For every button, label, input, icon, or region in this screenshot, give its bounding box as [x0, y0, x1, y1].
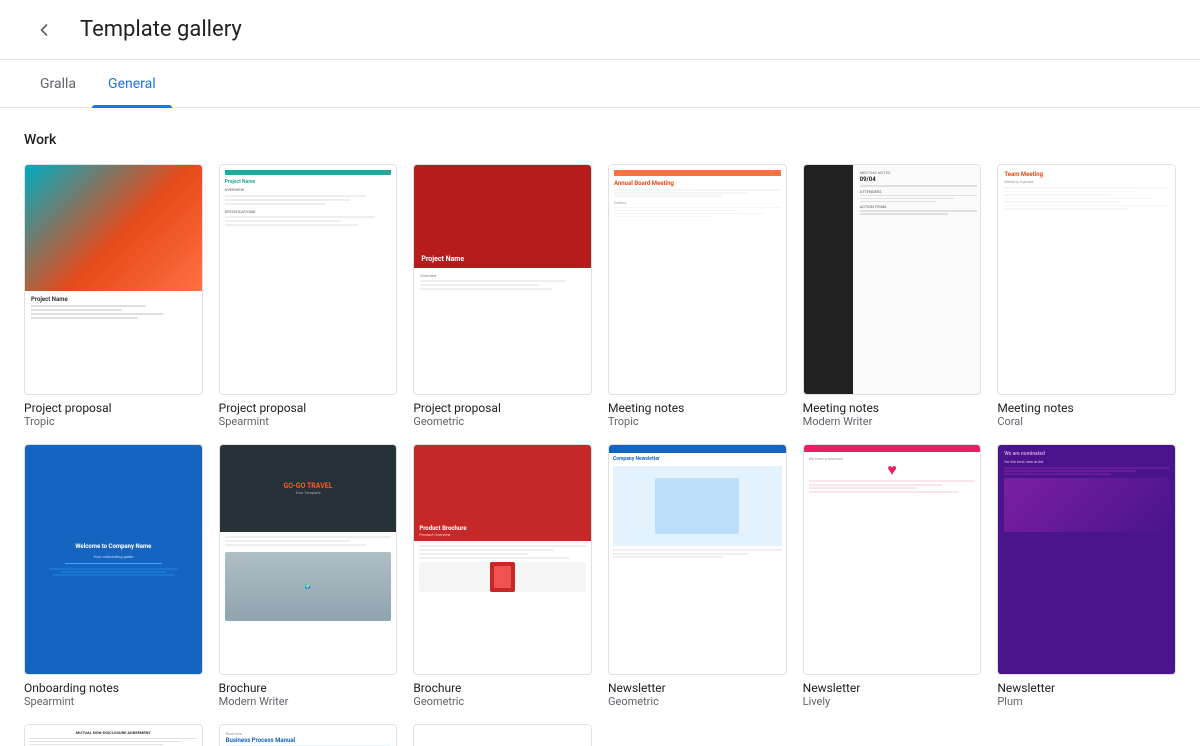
- template-card-project-proposal-geometric[interactable]: Project Name Overview Project proposal G…: [413, 164, 592, 428]
- template-thumb: Project Name: [24, 164, 203, 395]
- header: Template gallery: [0, 0, 1200, 60]
- template-card-newsletter-plum[interactable]: We are nominated for the best new artist…: [997, 444, 1176, 708]
- template-name: Project proposal: [219, 401, 398, 415]
- template-thumb: Business Business Process Manual Introdu…: [219, 724, 398, 746]
- template-card-newsletter-lively[interactable]: We have a surprise! ♥ Newsletter Lively: [803, 444, 982, 708]
- tabs-bar: Gralla General: [0, 60, 1200, 108]
- section-label: Work: [24, 132, 1176, 148]
- template-card-legal-agreement[interactable]: MUTUAL NON-DISCLOSURE AGREEMENT Legal ag…: [24, 724, 203, 746]
- template-thumb: Project Name Overview: [413, 164, 592, 395]
- template-sub: Geometric: [413, 695, 592, 708]
- template-name: Meeting notes: [608, 401, 787, 415]
- template-card-meeting-notes-coral[interactable]: Team Meeting Meeting Agenda Meeting note…: [997, 164, 1176, 428]
- template-thumb: Welcome to Company Name Your onboarding …: [24, 444, 203, 675]
- template-card-onboarding-notes-spearmint[interactable]: Welcome to Company Name Your onboarding …: [24, 444, 203, 708]
- template-name: Meeting notes: [803, 401, 982, 415]
- template-card-meeting-notes-tropic[interactable]: Annual Board Meeting Editors Meeting not…: [608, 164, 787, 428]
- template-thumb: Project Name OVERVIEW SPECIFICATIONS: [219, 164, 398, 395]
- template-grid-row2: Welcome to Company Name Your onboarding …: [24, 444, 1176, 708]
- template-thumb: GO-GO TRAVEL Tour Template 🌍: [219, 444, 398, 675]
- template-thumb: We have a surprise! ♥: [803, 444, 982, 675]
- template-name: Newsletter: [803, 681, 982, 695]
- template-card-business-process-manual[interactable]: Business Business Process Manual Introdu…: [219, 724, 398, 746]
- page-title: Template gallery: [80, 17, 242, 42]
- template-grid-row3: MUTUAL NON-DISCLOSURE AGREEMENT Legal ag…: [24, 724, 1176, 746]
- template-thumb: Annual Board Meeting Editors: [608, 164, 787, 395]
- template-thumb: Company Newsletter: [608, 444, 787, 675]
- template-thumb: ✦ Consulting Agreement Template: [413, 724, 592, 746]
- template-sub: Spearmint: [219, 415, 398, 428]
- template-thumb: MUTUAL NON-DISCLOSURE AGREEMENT: [24, 724, 203, 746]
- template-card-consulting-agreement[interactable]: ✦ Consulting Agreement Template Consulti…: [413, 724, 592, 746]
- template-sub: Geometric: [608, 695, 787, 708]
- template-thumb: Product Brochure Product Overview: [413, 444, 592, 675]
- template-sub: Coral: [997, 415, 1176, 428]
- template-sub: Geometric: [413, 415, 592, 428]
- main-content: Work Project Name Project proposal: [0, 108, 1200, 746]
- template-sub: Tropic: [608, 415, 787, 428]
- template-sub: Plum: [997, 695, 1176, 708]
- template-card-brochure-modern-writer[interactable]: GO-GO TRAVEL Tour Template 🌍 Br: [219, 444, 398, 708]
- template-card-project-proposal-tropic[interactable]: Project Name Project proposal Tropic: [24, 164, 203, 428]
- template-name: Project proposal: [24, 401, 203, 415]
- template-name: Brochure: [413, 681, 592, 695]
- template-thumb: Team Meeting Meeting Agenda: [997, 164, 1176, 395]
- template-thumb: MEETING NOTES 09/04 ATTENDEES ACTION ITE…: [803, 164, 982, 395]
- template-sub: Modern Writer: [219, 695, 398, 708]
- back-button[interactable]: [24, 10, 64, 50]
- tab-general[interactable]: General: [92, 60, 172, 108]
- template-name: Brochure: [219, 681, 398, 695]
- template-sub: Modern Writer: [803, 415, 982, 428]
- template-thumb: We are nominated for the best new artist: [997, 444, 1176, 675]
- template-name: Project proposal: [413, 401, 592, 415]
- template-name: Newsletter: [997, 681, 1176, 695]
- template-card-meeting-notes-modern-writer[interactable]: MEETING NOTES 09/04 ATTENDEES ACTION ITE…: [803, 164, 982, 428]
- template-name: Onboarding notes: [24, 681, 203, 695]
- template-sub: Spearmint: [24, 695, 203, 708]
- template-card-project-proposal-spearmint[interactable]: Project Name OVERVIEW SPECIFICATIONS Pro…: [219, 164, 398, 428]
- template-card-brochure-geometric[interactable]: Product Brochure Product Overview: [413, 444, 592, 708]
- template-sub: Tropic: [24, 415, 203, 428]
- template-grid-row1: Project Name Project proposal Tropic Pro…: [24, 164, 1176, 428]
- back-arrow-icon: [34, 20, 54, 40]
- template-card-newsletter-geometric[interactable]: Company Newsletter Newsletter Geometric: [608, 444, 787, 708]
- tab-gralla[interactable]: Gralla: [24, 60, 92, 108]
- template-name: Meeting notes: [997, 401, 1176, 415]
- template-sub: Lively: [803, 695, 982, 708]
- template-name: Newsletter: [608, 681, 787, 695]
